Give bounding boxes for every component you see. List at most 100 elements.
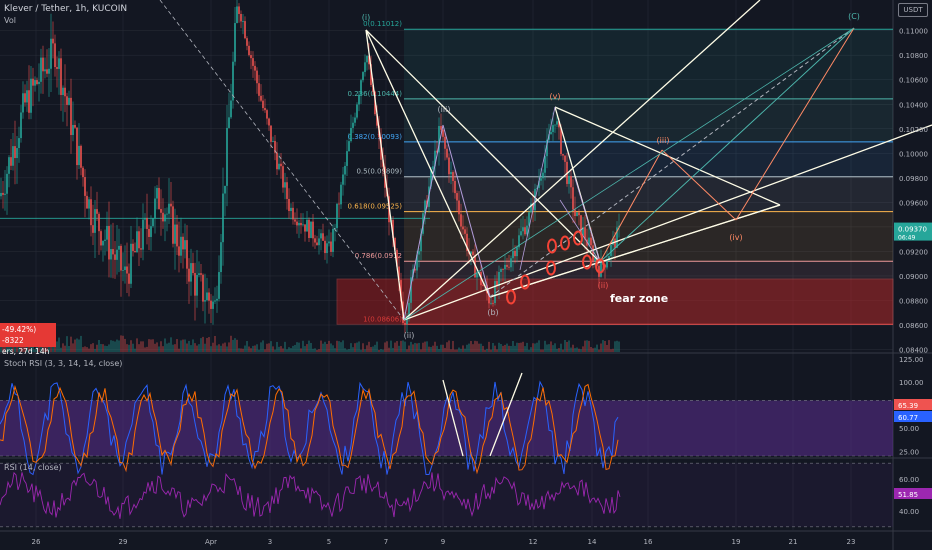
candle-body <box>550 132 552 135</box>
candle-body <box>578 212 580 216</box>
candle-body <box>514 250 516 257</box>
candle-body <box>246 38 248 46</box>
volume-bar <box>122 335 124 352</box>
wave-label: (i) <box>362 13 370 22</box>
volume-bar <box>66 336 68 352</box>
volume-bar <box>600 343 602 352</box>
volume-bar <box>182 339 184 352</box>
volume-bar <box>84 346 86 352</box>
volume-bar <box>350 343 352 352</box>
candle-body <box>326 243 328 254</box>
currency-button[interactable]: USDT <box>898 3 928 17</box>
candle-body <box>48 68 50 74</box>
candle-body <box>50 38 52 69</box>
candle-body <box>454 180 456 194</box>
candle-body <box>342 174 344 185</box>
volume-bar <box>510 345 512 352</box>
volume-bar <box>92 343 94 352</box>
fib-band <box>404 98 893 142</box>
candle-body <box>108 225 110 260</box>
fib-label: 0.382(0.10093) <box>348 133 403 141</box>
volume-bar <box>354 343 356 352</box>
candle-body <box>110 249 112 260</box>
volume-indicator-title[interactable]: Vol <box>4 16 127 25</box>
candle-body <box>278 163 280 170</box>
candle-body <box>158 187 160 209</box>
volume-bar <box>280 346 282 352</box>
candle-body <box>332 228 334 252</box>
candle-body <box>348 141 350 152</box>
volume-bar <box>450 349 452 352</box>
candle-body <box>264 108 266 111</box>
volume-bar <box>80 335 82 352</box>
time-tick-label: 29 <box>119 538 128 546</box>
fear-zone-label: fear zone <box>610 292 668 305</box>
volume-bar <box>312 348 314 352</box>
candle-body <box>190 263 192 282</box>
volume-bar <box>156 342 158 352</box>
candle-body <box>112 249 114 255</box>
candle-body <box>156 187 158 199</box>
candle-body <box>10 157 12 166</box>
candle-body <box>216 298 218 301</box>
volume-bar <box>612 348 614 352</box>
volume-bar <box>406 349 408 352</box>
volume-bar <box>226 346 228 352</box>
candle-body <box>76 127 78 166</box>
stoch-rsi-title[interactable]: Stoch RSI (3, 3, 14, 14, close) <box>4 359 122 368</box>
volume-bar <box>304 346 306 352</box>
candle-body <box>2 192 4 195</box>
volume-bar <box>184 339 186 352</box>
candle-body <box>36 80 38 85</box>
chart-canvas[interactable]: 0(0.11012)0.236(0.10444)0.382(0.10093)0.… <box>0 0 932 550</box>
volume-bar <box>134 348 136 352</box>
candle-body <box>282 166 284 188</box>
candle-body <box>192 263 194 274</box>
volume-bar <box>390 340 392 352</box>
volume-bar <box>496 349 498 352</box>
rsi-title[interactable]: RSI (14, close) <box>4 463 62 472</box>
volume-bar <box>364 349 366 352</box>
rsi-pane <box>0 462 893 528</box>
volume-bar <box>218 344 220 352</box>
fib-label: 0.618(0.09525) <box>348 203 403 211</box>
volume-badge-line1: -49.42%) -8322 <box>2 325 37 345</box>
volume-bar <box>592 348 594 352</box>
time-tick-label: 9 <box>441 538 445 546</box>
volume-bar <box>478 343 480 352</box>
candle-body <box>200 273 202 275</box>
volume-bar <box>172 344 174 352</box>
candle-body <box>32 78 34 86</box>
volume-bar <box>382 349 384 352</box>
volume-bar <box>192 339 194 352</box>
candle-body <box>44 69 46 72</box>
volume-bar <box>264 349 266 352</box>
volume-bar <box>82 347 84 352</box>
candle-body <box>14 146 16 159</box>
candle-body <box>570 176 572 188</box>
stoch-d-value: 60.77 <box>898 414 918 422</box>
volume-bar <box>460 348 462 352</box>
volume-bar <box>542 349 544 352</box>
candle-body <box>408 302 410 316</box>
candle-body <box>320 233 322 239</box>
volume-bar <box>256 344 258 352</box>
volume-bar <box>582 346 584 352</box>
price-tick-label: 0.09200 <box>899 248 928 256</box>
time-tick-label: Apr <box>205 538 217 546</box>
volume-bar <box>424 341 426 352</box>
candle-body <box>494 281 496 303</box>
volume-bar <box>594 347 596 352</box>
candle-body <box>230 100 232 118</box>
price-tick-label: 0.10600 <box>899 77 928 85</box>
volume-bar <box>560 343 562 352</box>
candle-body <box>12 146 14 166</box>
candle-body <box>250 55 252 59</box>
symbol-title[interactable]: Klever / Tether, 1h, KUCOIN <box>4 4 127 14</box>
volume-bar <box>288 347 290 352</box>
volume-bar <box>228 342 230 352</box>
candle-body <box>252 58 254 66</box>
candle-body <box>340 184 342 205</box>
volume-bar <box>300 348 302 352</box>
volume-bar <box>100 344 102 352</box>
